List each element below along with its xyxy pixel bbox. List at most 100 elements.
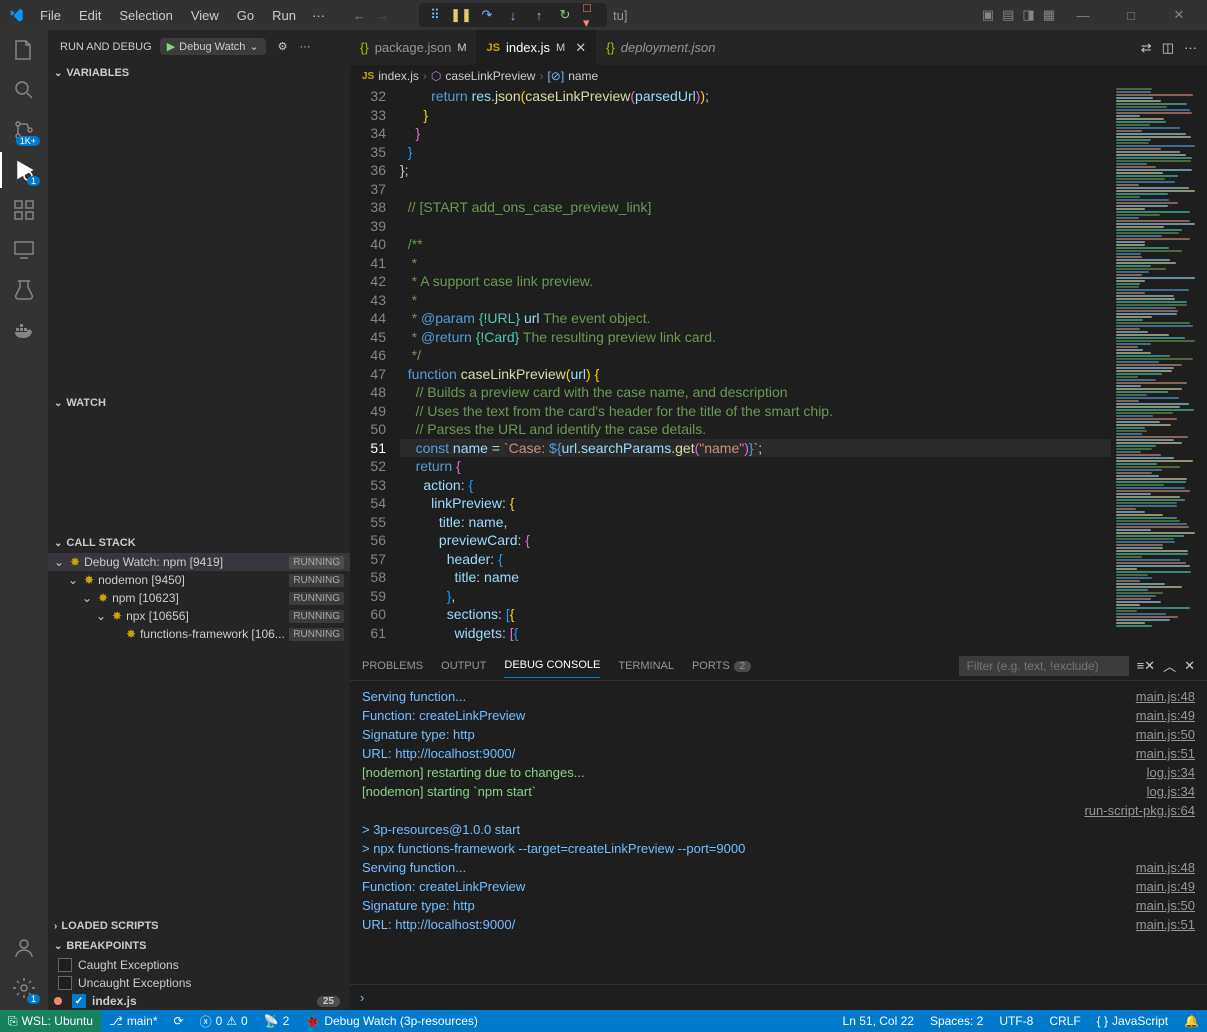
launch-config-selector[interactable]: ▶ Debug Watch ⌄ (160, 38, 266, 55)
menu-selection[interactable]: Selection (111, 4, 180, 27)
source-link[interactable]: log.js:34 (1147, 763, 1195, 782)
menu-file[interactable]: File (32, 4, 69, 27)
remote-indicator[interactable]: ⎘WSL: Ubuntu (0, 1010, 101, 1032)
more-actions-icon[interactable]: ··· (1184, 40, 1197, 56)
gear-icon[interactable]: ⚙ (278, 40, 288, 53)
tab-debug-console[interactable]: DEBUG CONSOLE (504, 653, 600, 678)
tab-terminal[interactable]: TERMINAL (618, 654, 674, 678)
problems-status[interactable]: ⓧ0 ⚠0 (192, 1010, 256, 1032)
source-link[interactable]: main.js:50 (1136, 896, 1195, 915)
source-link[interactable]: main.js:48 (1136, 858, 1195, 877)
menu-run[interactable]: Run (264, 4, 304, 27)
menu-view[interactable]: View (183, 4, 227, 27)
explorer-icon[interactable] (10, 36, 38, 64)
indentation[interactable]: Spaces: 2 (922, 1014, 991, 1028)
close-button[interactable]: ✕ (1159, 1, 1199, 29)
cursor-position[interactable]: Ln 51, Col 22 (835, 1014, 922, 1028)
source-link[interactable]: log.js:34 (1147, 782, 1195, 801)
source-link[interactable]: main.js:50 (1136, 725, 1195, 744)
debug-status[interactable]: 🐞Debug Watch (3p-resources) (297, 1010, 486, 1032)
debug-console-body[interactable]: Serving function...main.js:48Function: c… (350, 681, 1207, 984)
watch-body (48, 413, 350, 533)
ports-status[interactable]: 📡2 (256, 1010, 298, 1032)
source-link[interactable]: main.js:51 (1136, 915, 1195, 934)
split-editor-icon[interactable]: ◫ (1162, 40, 1174, 56)
breadcrumbs[interactable]: JS index.js › ⬡ caseLinkPreview › [⊘] na… (350, 65, 1207, 87)
pause-icon[interactable]: ❚❚ (453, 7, 469, 23)
more-icon[interactable]: ··· (300, 41, 311, 53)
minimap[interactable] (1111, 87, 1207, 650)
step-out-icon[interactable]: ↑ (531, 7, 547, 23)
menu-edit[interactable]: Edit (71, 4, 109, 27)
remote-explorer-icon[interactable] (10, 236, 38, 264)
eol[interactable]: CRLF (1041, 1014, 1088, 1028)
layout-left-icon[interactable]: ▣ (982, 7, 994, 23)
console-filter-input[interactable] (959, 656, 1129, 676)
tab-problems[interactable]: PROBLEMS (362, 654, 423, 678)
callstack-row[interactable]: ⌄✸Debug Watch: npm [9419]RUNNING (48, 553, 350, 571)
step-over-icon[interactable]: ↷ (479, 7, 495, 23)
tab-deployment-json[interactable]: {}deployment.json (596, 30, 725, 65)
minimize-button[interactable]: — (1063, 1, 1103, 29)
testing-icon[interactable] (10, 276, 38, 304)
layout-right-icon[interactable]: ◨ (1022, 7, 1034, 23)
tab-output[interactable]: OUTPUT (441, 654, 486, 678)
stop-icon[interactable]: □ ▾ (583, 7, 599, 23)
step-into-icon[interactable]: ↓ (505, 7, 521, 23)
tab-ports[interactable]: PORTS2 (692, 654, 751, 678)
source-link[interactable]: main.js:49 (1136, 877, 1195, 896)
menu-go[interactable]: Go (229, 4, 262, 27)
breakpoint-file[interactable]: ✓ index.js 25 (48, 992, 350, 1010)
source-link[interactable]: main.js:48 (1136, 687, 1195, 706)
callstack-section-header[interactable]: ⌄CALL STACK (48, 533, 350, 553)
layout-customize-icon[interactable]: ▦ (1043, 7, 1055, 23)
activity-bar: 1K+ 1 1 (0, 30, 48, 1010)
extensions-icon[interactable] (10, 196, 38, 224)
close-panel-icon[interactable]: ✕ (1184, 658, 1195, 674)
breakpoint-caught[interactable]: Caught Exceptions (48, 956, 350, 974)
source-link[interactable]: main.js:49 (1136, 706, 1195, 725)
checkbox-icon[interactable] (58, 976, 72, 990)
tab-package-json[interactable]: {}package.jsonM (350, 30, 476, 65)
source-link[interactable]: run-script-pkg.js:64 (1084, 801, 1195, 820)
layout-bottom-icon[interactable]: ▤ (1002, 7, 1014, 23)
nav-forward-icon[interactable]: → (376, 8, 389, 23)
callstack-row[interactable]: ⌄✸npx [10656]RUNNING (48, 607, 350, 625)
compare-changes-icon[interactable]: ⇄ (1141, 40, 1152, 56)
restart-icon[interactable]: ↻ (557, 7, 573, 23)
checkbox-icon[interactable] (58, 958, 72, 972)
nav-back-icon[interactable]: ← (353, 8, 366, 23)
clear-console-icon[interactable]: ≡✕ (1137, 658, 1155, 674)
tab-index-js[interactable]: JSindex.jsM✕ (476, 30, 596, 65)
callstack-row[interactable]: ⌄✸nodemon [9450]RUNNING (48, 571, 350, 589)
sidebar-header: RUN AND DEBUG ▶ Debug Watch ⌄ ⚙ ··· (48, 30, 350, 63)
callstack-row[interactable]: ⌄✸npm [10623]RUNNING (48, 589, 350, 607)
source-link[interactable]: main.js:51 (1136, 744, 1195, 763)
accounts-icon[interactable] (10, 934, 38, 962)
run-debug-icon[interactable]: 1 (10, 156, 38, 184)
breakpoints-header[interactable]: ⌄BREAKPOINTS (48, 936, 350, 956)
menu-overflow-icon[interactable]: ··· (304, 4, 333, 27)
settings-icon[interactable]: 1 (10, 974, 38, 1002)
checkbox-icon[interactable]: ✓ (72, 994, 86, 1008)
notifications-icon[interactable]: 🔔 (1176, 1014, 1207, 1028)
watch-section-header[interactable]: ⌄WATCH (48, 393, 350, 413)
source-control-icon[interactable]: 1K+ (10, 116, 38, 144)
code-editor[interactable]: 3233343536373839404142434445464748495051… (350, 87, 1111, 650)
loaded-scripts-header[interactable]: ›LOADED SCRIPTS (48, 916, 350, 936)
debug-console-input[interactable]: › (350, 984, 1207, 1010)
git-branch[interactable]: ⎇main* (101, 1010, 166, 1032)
git-sync[interactable]: ⟳ (166, 1010, 192, 1032)
encoding[interactable]: UTF-8 (991, 1014, 1041, 1028)
close-icon[interactable]: ✕ (575, 40, 586, 56)
search-icon[interactable] (10, 76, 38, 104)
language-mode[interactable]: { }JavaScript (1089, 1014, 1176, 1028)
drag-handle-icon[interactable]: ⠿ (427, 7, 443, 23)
docker-icon[interactable] (10, 316, 38, 344)
breakpoint-uncaught[interactable]: Uncaught Exceptions (48, 974, 350, 992)
callstack-row[interactable]: ✸functions-framework [106...RUNNING (48, 625, 350, 643)
bug-icon: ✸ (112, 609, 122, 623)
variables-section-header[interactable]: ⌄VARIABLES (48, 63, 350, 83)
maximize-button[interactable]: □ (1111, 1, 1151, 29)
collapse-panel-icon[interactable]: ︿ (1163, 656, 1176, 675)
